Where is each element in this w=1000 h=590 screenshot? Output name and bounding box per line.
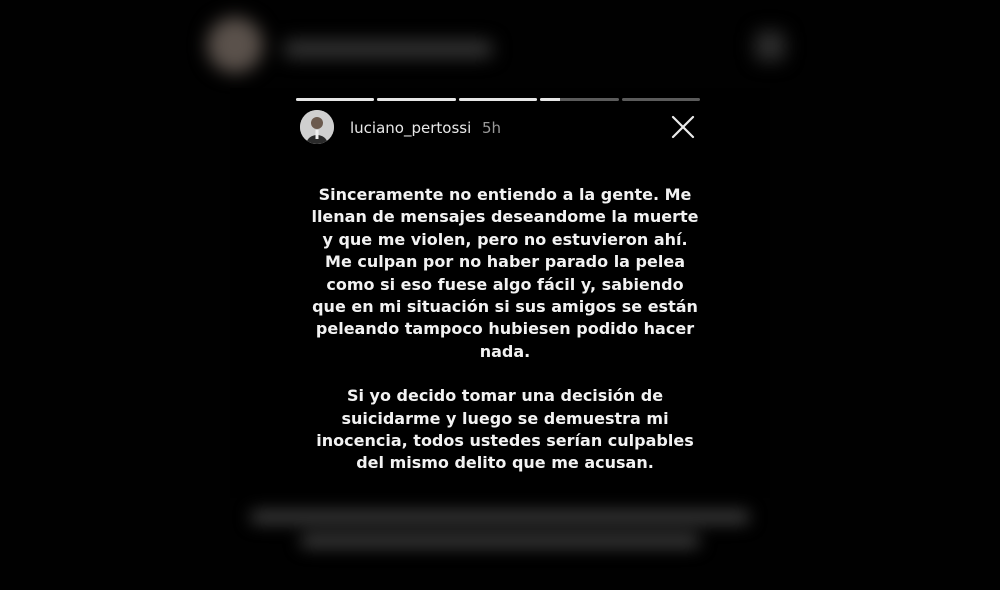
progress-segment (621, 98, 701, 101)
blurred-avatar (207, 17, 263, 73)
blurred-username (283, 41, 493, 57)
blurred-footer (230, 500, 770, 568)
blurred-menu-icon (755, 31, 785, 61)
progress-segment (296, 98, 375, 101)
story-card[interactable]: luciano_pertossi 5h Sinceramente no enti… (230, 88, 770, 498)
progress-segment (377, 98, 456, 101)
story-paragraph: Sinceramente no entiendo a la gente. Me … (311, 185, 699, 361)
story-progress-bar (296, 98, 701, 101)
progress-fill (296, 98, 375, 101)
story-username[interactable]: luciano_pertossi (350, 119, 471, 137)
story-paragraph: Si yo decido tomar una decisión de suici… (316, 386, 694, 473)
progress-segment (540, 98, 619, 101)
story-timestamp: 5h (482, 119, 502, 137)
progress-fill (458, 98, 538, 101)
close-icon[interactable] (670, 114, 696, 140)
progress-segment (458, 98, 538, 101)
blurred-header (195, 5, 805, 90)
story-text-body: Sinceramente no entiendo a la gente. Me … (310, 184, 700, 475)
blurred-text-line (250, 510, 750, 524)
progress-fill (377, 98, 456, 101)
blurred-text-line (300, 534, 700, 548)
story-viewer: luciano_pertossi 5h Sinceramente no enti… (0, 0, 1000, 590)
profile-avatar[interactable] (300, 110, 334, 144)
progress-fill (540, 98, 560, 101)
